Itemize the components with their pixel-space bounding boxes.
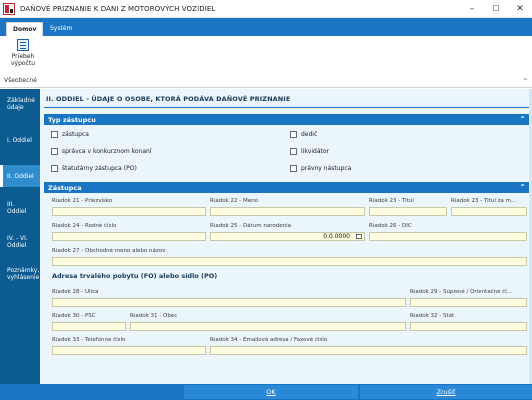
- form-area: II. ODDIEL - ÚDAJE O OSOBE, KTORÁ PODÁVA…: [40, 89, 532, 384]
- label-stat: Riadok 32 - Štát: [410, 313, 455, 319]
- checkbox-label: zástupca: [62, 131, 89, 138]
- address-section-title: Adresa trvalého pobytu (FO) alebo sídlo …: [52, 272, 218, 280]
- input-priezvisko[interactable]: [52, 207, 206, 216]
- sidebar-item-oddiel-1[interactable]: I. Oddiel: [0, 137, 40, 144]
- label-titul: Riadok 23 - Titul: [369, 198, 414, 204]
- sidebar-item-label: údaje: [7, 104, 24, 111]
- calculation-list-icon: [17, 39, 29, 51]
- sidebar-item-label: Základné: [7, 97, 35, 104]
- input-obchodne-meno[interactable]: [52, 257, 527, 266]
- checkbox-label: dedič: [301, 131, 318, 138]
- window-title: DAŇOVÉ PRIZNANIE K DANI Z MOTOROVÝCH VOZ…: [20, 5, 216, 13]
- section-title: Zástupca: [48, 184, 82, 192]
- title-divider: [44, 107, 530, 108]
- collapse-ribbon-icon[interactable]: ^: [523, 78, 528, 85]
- checkbox-box[interactable]: [290, 148, 297, 155]
- input-supisne-cislo[interactable]: [410, 298, 527, 307]
- ribbon-group-label: Všeobecné: [4, 77, 37, 84]
- sidebar-item-label: vyhlásenie: [7, 274, 40, 281]
- calendar-icon[interactable]: [356, 234, 362, 239]
- input-email-fax[interactable]: [210, 346, 527, 355]
- input-ulica[interactable]: [52, 298, 406, 307]
- sidebar-item-oddiel-4-6[interactable]: IV. - VI. Oddiel: [0, 235, 40, 249]
- maximize-button[interactable]: ☐: [484, 0, 508, 18]
- section-sidebar: Základné údaje I. Oddiel II. Oddiel III.…: [0, 89, 40, 384]
- checkbox-box[interactable]: [290, 165, 297, 172]
- label-rodne-cislo: Riadok 24 - Rodné číslo: [52, 223, 117, 229]
- title-bar: DAŇOVÉ PRIZNANIE K DANI Z MOTOROVÝCH VOZ…: [0, 0, 532, 18]
- input-rodne-cislo[interactable]: [52, 232, 206, 241]
- input-titul-za-menom[interactable]: [451, 207, 527, 216]
- close-button[interactable]: ✕: [508, 0, 532, 18]
- tab-domov[interactable]: Domov: [6, 22, 44, 36]
- checkbox-box[interactable]: [51, 131, 58, 138]
- page-title: II. ODDIEL - ÚDAJE O OSOBE, KTORÁ PODÁVA…: [46, 95, 291, 103]
- chevron-up-icon[interactable]: ⌃: [519, 115, 526, 124]
- checkbox-box[interactable]: [51, 148, 58, 155]
- sidebar-item-zakladne-udaje[interactable]: Základné údaje: [0, 97, 40, 111]
- priebeh-vypoctu-label-1: Priebeh: [11, 53, 35, 60]
- ribbon-panel: Priebeh výpočtu Všeobecné ^: [0, 36, 532, 88]
- label-obec: Riadok 31 - Obec: [130, 313, 178, 319]
- chevron-up-icon[interactable]: ⌃: [519, 183, 526, 192]
- sidebar-item-label: I. Oddiel: [7, 137, 32, 144]
- priebeh-vypoctu-label-2: výpočtu: [10, 60, 36, 67]
- section-title: Typ zástupcu: [48, 116, 96, 124]
- tab-system[interactable]: Systém: [44, 22, 78, 36]
- label-supisne-cislo: Riadok 29 - Súpisné / Orientačné čí...: [410, 289, 513, 295]
- sidebar-item-oddiel-3[interactable]: III. Oddiel: [0, 201, 40, 215]
- ribbon-tab-strip: Domov Systém: [0, 18, 532, 36]
- sidebar-item-label: III.: [7, 201, 15, 208]
- checkbox-label: správca v konkurznom konaní: [62, 148, 152, 155]
- label-meno: Riadok 22 - Meno: [210, 198, 258, 204]
- sidebar-item-poznamky[interactable]: Poznámky, vyhlásenie: [0, 267, 40, 281]
- label-ulica: Riadok 28 - Ulica: [52, 289, 99, 295]
- section-typ-zastupcu-header[interactable]: Typ zástupcu ⌃: [44, 114, 530, 125]
- sidebar-item-label: Oddiel: [7, 208, 27, 215]
- section-zastupca-header[interactable]: Zástupca ⌃: [44, 182, 530, 193]
- input-telefon[interactable]: [52, 346, 206, 355]
- input-meno[interactable]: [210, 207, 365, 216]
- input-stat[interactable]: [410, 322, 527, 331]
- input-psc[interactable]: [52, 322, 126, 331]
- sidebar-item-label: IV. - VI.: [7, 235, 28, 242]
- input-dic[interactable]: [369, 232, 527, 241]
- checkbox-label: likvidátor: [301, 148, 330, 155]
- label-psc: Riadok 30 - PSČ: [52, 313, 96, 319]
- input-titul[interactable]: [369, 207, 447, 216]
- ok-button[interactable]: OK: [184, 385, 358, 399]
- sidebar-item-label: Oddiel: [7, 242, 27, 249]
- label-email-fax: Riadok 34 - Emailová adresa / Faxové čís…: [210, 337, 328, 343]
- checkbox-box[interactable]: [290, 131, 297, 138]
- cancel-button[interactable]: Zrušiť: [360, 385, 532, 399]
- date-value: 0.0.0000: [323, 233, 350, 240]
- label-obchodne-meno: Riadok 27 - Obchodné meno alebo názov: [52, 248, 166, 254]
- sidebar-item-label: Poznámky,: [7, 267, 40, 274]
- app-logo-icon: [3, 3, 15, 15]
- sidebar-item-oddiel-2[interactable]: II. Oddiel: [0, 165, 40, 187]
- input-obec[interactable]: [130, 322, 406, 331]
- label-telefon: Riadok 33 - Telefónne číslo: [52, 337, 126, 343]
- input-datum-narodenia[interactable]: 0.0.0000: [210, 232, 365, 241]
- checkbox-box[interactable]: [51, 165, 58, 172]
- dialog-footer: OK Zrušiť: [0, 384, 532, 400]
- sidebar-item-label: II. Oddiel: [7, 173, 34, 180]
- checkbox-label: štatutárny zástupca (PO): [62, 165, 137, 172]
- label-datum-narodenia: Riadok 25 - Dátum narodenia: [210, 223, 291, 229]
- priebeh-vypoctu-button[interactable]: Priebeh výpočtu: [6, 39, 40, 77]
- label-dic: Riadok 26 - DIČ: [369, 223, 412, 229]
- label-priezvisko: Riadok 21 - Priezvisko: [52, 198, 113, 204]
- label-titul-za-menom: Riadok 23 - Titul za m...: [451, 198, 517, 204]
- minimize-button[interactable]: –: [460, 0, 484, 18]
- checkbox-label: právny nástupca: [301, 165, 352, 172]
